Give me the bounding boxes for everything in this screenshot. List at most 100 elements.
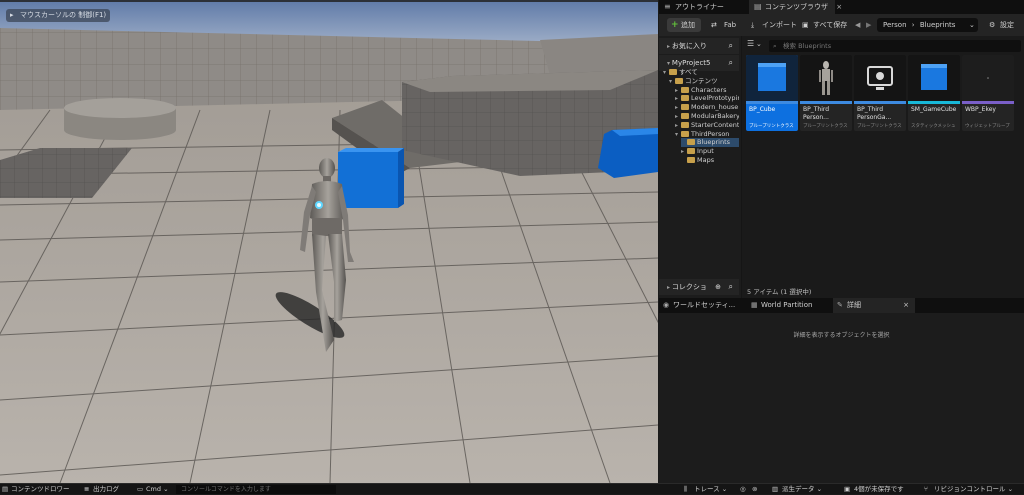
tab-outliner-label: アウトライナー [675, 3, 724, 11]
save-all-button[interactable]: ▣ すべて保存 [802, 18, 847, 32]
asset-tile[interactable]: BP_Third Person... ブループリントクラス [800, 55, 852, 131]
asset-name: BP_Third Person... [803, 106, 830, 121]
asset-tile[interactable]: WBP_Ekey ウィジェットブループ [962, 55, 1014, 131]
tree-item-modern-house[interactable]: ▸ Modern_house [675, 103, 739, 112]
asset-tile[interactable]: BP_Third PersonGa... ブループリントクラス [854, 55, 906, 131]
trace-icon: ⫼ [684, 485, 687, 493]
console-command-input[interactable]: コンソールコマンドを入力します [176, 485, 336, 494]
output-log-button[interactable]: ≣ 出力ログ [84, 484, 119, 495]
tree-item-startercontent[interactable]: ▸ StarterContent [675, 121, 739, 130]
breadcrumb-blueprints[interactable]: Blueprints [920, 21, 956, 29]
screenshot-button[interactable]: ⊚ [752, 484, 757, 495]
tree-item-label: Characters [691, 85, 727, 94]
database-icon: ▥ [772, 485, 779, 493]
add-collection-icon[interactable]: ⊕ [715, 279, 721, 295]
back-arrow-icon: ◀ [855, 21, 861, 29]
content-browser-toolbar: + 追加 ⇄ Fab ⤓ インポート ▣ すべて保存 ◀ ▶ Person › … [659, 14, 1024, 36]
fab-icon: ⇄ [711, 21, 717, 29]
close-tab-icon[interactable]: × [836, 3, 842, 11]
filter-icon[interactable]: ☰ [747, 39, 754, 48]
cube-thumbnail-icon [746, 55, 798, 101]
settings-button[interactable]: ⚙ 設定 [989, 18, 1014, 32]
asset-search-bar: ☰ ⌄ ⌕ 検索 Blueprints [743, 39, 1024, 53]
history-forward-button[interactable]: ▶ [866, 18, 871, 32]
derived-data-button[interactable]: ▥ 派生データ ⌄ [772, 484, 822, 495]
favorites-header[interactable]: ▸ お気に入り ⌕ [659, 38, 739, 54]
tab-world-partition[interactable]: ▦ World Partition [747, 298, 831, 313]
tab-outliner[interactable]: ≡ アウトライナー [659, 0, 749, 14]
cmd-dropdown[interactable]: ▭ Cmd ⌄ [137, 484, 169, 495]
save-icon: ▣ [802, 21, 809, 29]
tab-world-settings-label: ワールドセッティ... [673, 301, 736, 309]
breadcrumb-dropdown[interactable]: ⌄ [969, 18, 975, 32]
search-icon[interactable]: ⌕ [729, 279, 733, 295]
pencil-icon: ✎ [837, 301, 843, 309]
scene-render [0, 0, 658, 483]
tree-item-levelprototyping[interactable]: ▸LevelPrototyping [675, 94, 739, 103]
tab-content-browser[interactable]: ▤ コンテンツブラウザ × [749, 0, 842, 14]
chevron-down-icon: ⌄ [1007, 485, 1014, 493]
tree-item-maps[interactable]: Maps [681, 156, 739, 165]
collections-header[interactable]: ▸ コレクショ ⊕ ⌕ [659, 279, 739, 295]
viewport-hint-label: マウスカーソルの 制御(F1) [20, 11, 107, 19]
history-back-button[interactable]: ◀ [855, 18, 860, 32]
branch-icon: ⑂ [924, 485, 928, 493]
trace-button[interactable]: ⫼ トレース ⌄ [684, 484, 727, 495]
revision-control-button[interactable]: ⑂ リビジョンコントロール ⌄ [924, 484, 1013, 495]
tree-item-input[interactable]: ▸ Input [681, 147, 739, 156]
forward-arrow-icon: ▶ [866, 21, 872, 29]
folder-icon [681, 113, 689, 119]
asset-name: BP_Third PersonGa... [857, 106, 892, 121]
add-button-label: 追加 [681, 21, 695, 29]
unsaved-button[interactable]: ▣ 4個が未保存です [844, 484, 904, 495]
breadcrumb-person[interactable]: Person [883, 21, 907, 29]
collections-label: コレクショ [671, 283, 707, 291]
asset-type-bar [800, 101, 852, 104]
details-empty-message: 詳細を表示するオブジェクトを選択 [793, 332, 890, 339]
add-button[interactable]: + 追加 [667, 18, 701, 32]
tree-item-thirdperson[interactable]: ▾ ThirdPerson [675, 130, 739, 139]
tab-details-label: 詳細 [847, 301, 861, 309]
content-browser-icon: ▤ [754, 2, 762, 11]
tab-world-settings[interactable]: ◉ ワールドセッティ... [659, 298, 745, 313]
asset-tile[interactable]: SM_GameCube スタティックメッシュ [908, 55, 960, 131]
top-tab-bar: ≡ アウトライナー ▤ コンテンツブラウザ × [659, 0, 1024, 14]
log-icon: ≣ [84, 485, 90, 493]
details-tab-bar: ◉ ワールドセッティ... ▦ World Partition ✎ 詳細 × [659, 298, 1024, 313]
tab-world-partition-label: World Partition [761, 301, 813, 309]
asset-search-input[interactable]: ⌕ 検索 Blueprints [769, 40, 1021, 52]
tree-item-characters[interactable]: ▸ Characters [675, 86, 739, 95]
asset-tile[interactable]: BP_Cube ブループリントクラス [746, 55, 798, 131]
filter-dropdown-icon[interactable]: ⌄ [756, 40, 762, 48]
drawer-icon: ▤ [2, 485, 9, 493]
unsaved-label: 4個が未保存です [854, 485, 904, 493]
search-icon[interactable]: ⌕ [729, 38, 733, 54]
tree-item-modularbakery[interactable]: ▸ ModularBakery [675, 112, 739, 121]
level-viewport[interactable]: ▸ マウスカーソルの 制御(F1) [0, 0, 658, 483]
asset-type-bar [962, 101, 1014, 104]
chevron-down-icon: ⌄ [163, 485, 169, 493]
asset-class: ブループリントクラス [803, 124, 848, 129]
content-drawer-button[interactable]: ▤ コンテンツドロワー [2, 484, 70, 495]
favorites-label: お気に入り [671, 42, 707, 50]
tree-item-label: LevelPrototyping [691, 94, 739, 103]
folder-icon [681, 86, 689, 93]
folder-icon [687, 148, 695, 155]
tree-item-label: コンテンツ [685, 76, 718, 85]
project-label: MyProject5 [671, 59, 711, 67]
tab-content-browser-label: コンテンツブラウザ [765, 3, 828, 11]
import-button[interactable]: ⤓ インポート [751, 18, 797, 32]
tree-item--[interactable]: ▾ すべて [663, 68, 739, 77]
mouse-icon: ▸ [10, 11, 14, 19]
tab-details[interactable]: ✎ 詳細 × [833, 298, 915, 313]
tree-item-label: Modern_house [691, 103, 739, 112]
tree-item--[interactable]: ▾ コンテンツ [669, 77, 739, 86]
tree-item-label: すべて [679, 68, 698, 76]
folder-icon [675, 77, 683, 84]
close-tab-icon[interactable]: × [903, 298, 909, 313]
tree-item-blueprints[interactable]: Blueprints [681, 138, 739, 148]
asset-class: スタティックメッシュ [911, 124, 956, 129]
folder-icon [681, 104, 689, 111]
fab-button[interactable]: ⇄ Fab [711, 18, 736, 32]
record-button[interactable]: ◎ [740, 484, 746, 495]
